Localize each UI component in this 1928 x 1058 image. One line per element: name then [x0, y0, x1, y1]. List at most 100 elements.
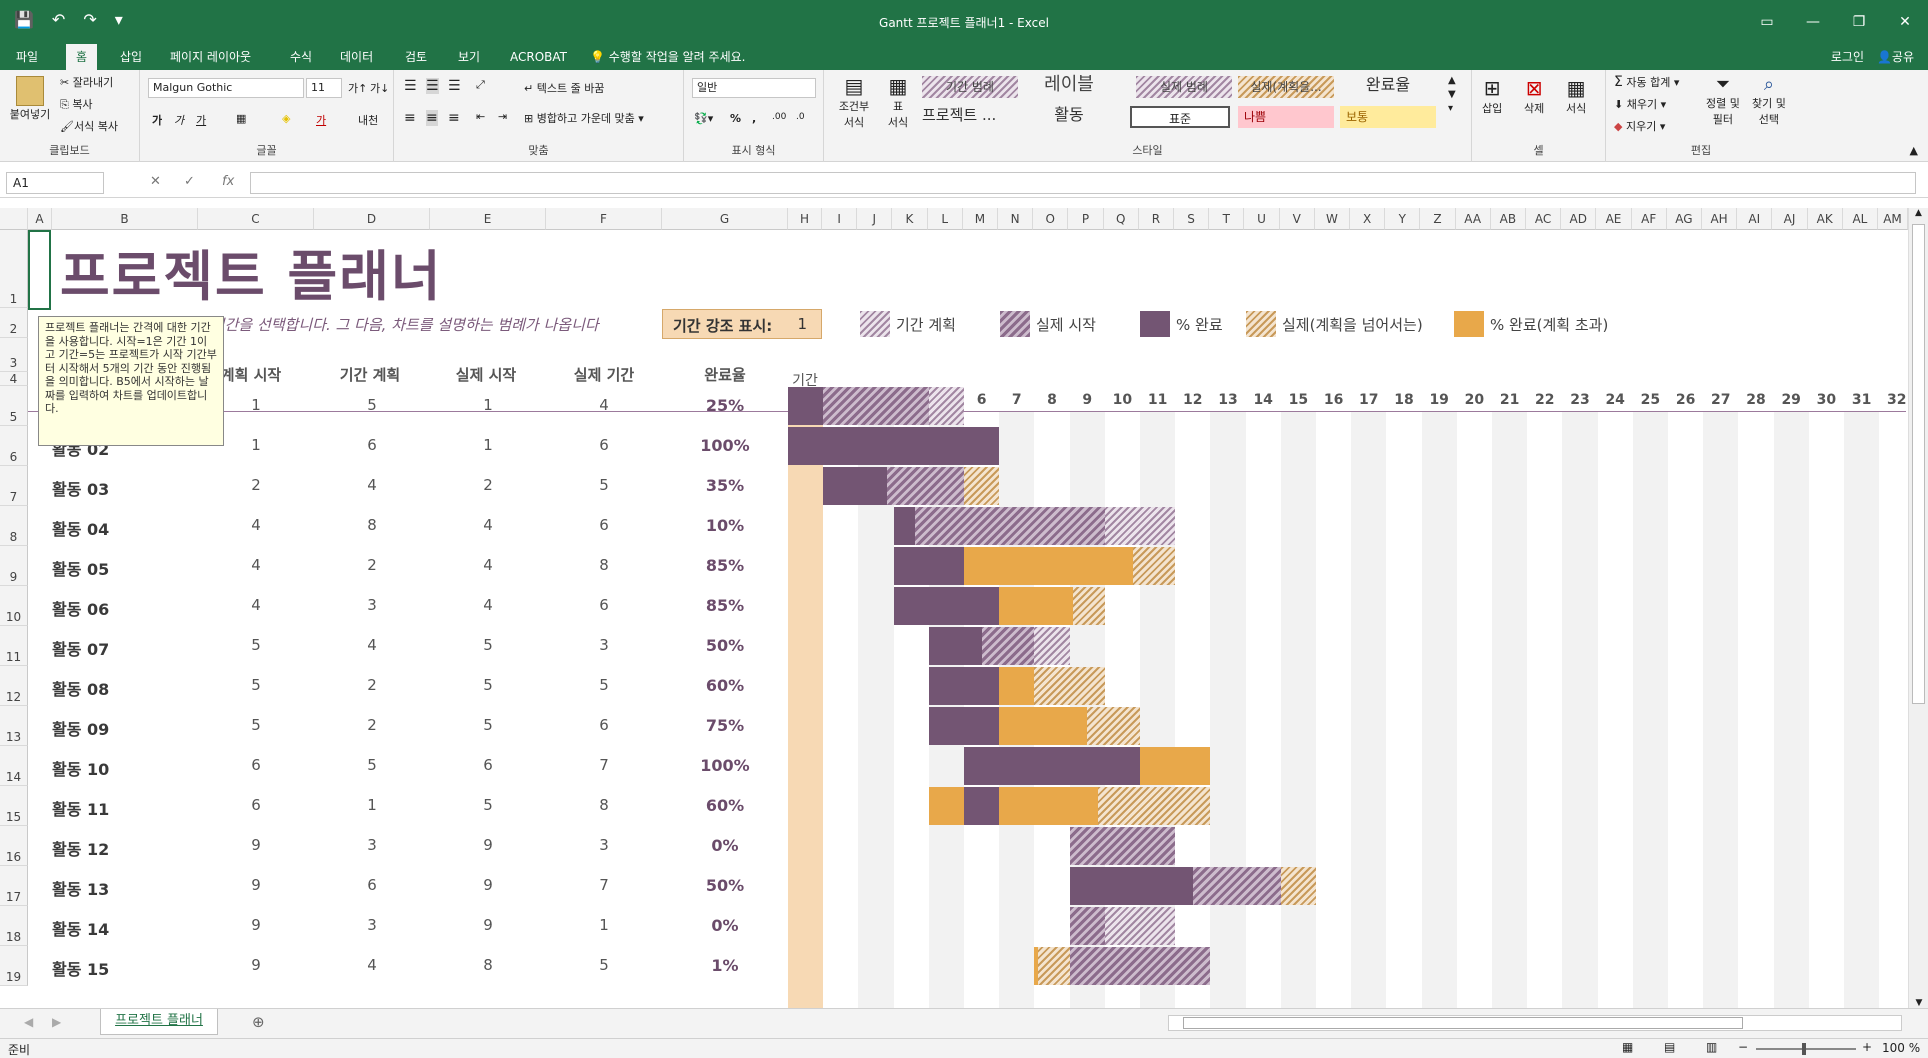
column-header-t[interactable]: T	[1209, 208, 1245, 230]
percent-complete-cell[interactable]: 100%	[662, 436, 788, 455]
actual-start-cell[interactable]: 4	[430, 556, 546, 574]
actual-start-cell[interactable]: 5	[430, 716, 546, 734]
plan-duration-cell[interactable]: 2	[314, 556, 430, 574]
next-sheet-icon[interactable]: ▶	[52, 1015, 61, 1029]
activity-name[interactable]: 활동 07	[52, 636, 109, 660]
insert-cells-button[interactable]: ⊞ 삽입	[1482, 76, 1502, 116]
column-header-z[interactable]: Z	[1420, 208, 1456, 230]
zoom-slider-thumb[interactable]	[1802, 1043, 1806, 1055]
actual-duration-cell[interactable]: 4	[546, 396, 662, 414]
cut-button[interactable]: ✂ 잘라내기	[60, 74, 113, 90]
percent-complete-cell[interactable]: 1%	[662, 956, 788, 975]
style-actual-legend[interactable]: 실제 범례	[1136, 76, 1232, 98]
normal-view-icon[interactable]: ▦	[1622, 1040, 1633, 1054]
plan-start-cell[interactable]: 4	[198, 516, 314, 534]
column-header-ai[interactable]: AI	[1737, 208, 1773, 230]
actual-duration-cell[interactable]: 7	[546, 876, 662, 894]
actual-duration-cell[interactable]: 6	[546, 436, 662, 454]
style-neutral[interactable]: 보통	[1340, 106, 1436, 128]
page-break-view-icon[interactable]: ▥	[1706, 1040, 1717, 1054]
column-header-a[interactable]: A	[28, 208, 52, 230]
percent-complete-cell[interactable]: 35%	[662, 476, 788, 495]
column-header-l[interactable]: L	[927, 208, 963, 230]
activity-name[interactable]: 활동 03	[52, 476, 109, 500]
font-size-select[interactable]: 11	[306, 78, 342, 98]
actual-start-cell[interactable]: 9	[430, 876, 546, 894]
bold-button[interactable]: 가	[152, 112, 162, 128]
column-header-ae[interactable]: AE	[1596, 208, 1632, 230]
row-header-13[interactable]: 13	[0, 706, 28, 746]
activity-name[interactable]: 활동 05	[52, 556, 109, 580]
signin-link[interactable]: 로그인	[1831, 44, 1864, 70]
plan-start-cell[interactable]: 4	[198, 556, 314, 574]
selected-cell-a1[interactable]	[28, 230, 51, 310]
collapse-ribbon-icon[interactable]: ▲	[1910, 144, 1918, 157]
plan-start-cell[interactable]: 9	[198, 876, 314, 894]
column-header-aj[interactable]: AJ	[1772, 208, 1808, 230]
font-color-button[interactable]: 가	[316, 112, 326, 128]
column-header-p[interactable]: P	[1068, 208, 1104, 230]
font-name-select[interactable]: Malgun Gothic	[148, 78, 304, 98]
row-header-6[interactable]: 6	[0, 426, 28, 466]
row-header-4[interactable]: 4	[0, 372, 28, 386]
align-right-icon[interactable]: ≡	[448, 110, 460, 126]
activity-name[interactable]: 활동 06	[52, 596, 109, 620]
column-header-r[interactable]: R	[1138, 208, 1174, 230]
plan-duration-cell[interactable]: 4	[314, 636, 430, 654]
zoom-level[interactable]: 100 %	[1882, 1041, 1920, 1055]
format-painter-button[interactable]: 🖌서식 복사	[60, 118, 118, 134]
actual-duration-cell[interactable]: 6	[546, 596, 662, 614]
plan-duration-cell[interactable]: 1	[314, 796, 430, 814]
merge-center-button[interactable]: ⊞ 병합하고 가운데 맞춤 ▾	[524, 110, 644, 126]
page-layout-view-icon[interactable]: ▤	[1664, 1040, 1675, 1054]
column-header-ad[interactable]: AD	[1561, 208, 1597, 230]
plan-start-cell[interactable]: 2	[198, 476, 314, 494]
fill-button[interactable]: ⬇ 채우기 ▾	[1614, 96, 1666, 112]
zoom-in-icon[interactable]: +	[1862, 1040, 1872, 1054]
zoom-slider[interactable]	[1756, 1043, 1856, 1055]
wrap-text-button[interactable]: ↵ 텍스트 줄 바꿈	[524, 80, 604, 96]
actual-start-cell[interactable]: 1	[430, 436, 546, 454]
tab-file[interactable]: 파일	[6, 44, 48, 70]
align-center-icon[interactable]: ≡	[426, 110, 438, 126]
row-header-15[interactable]: 15	[0, 786, 28, 826]
column-header-af[interactable]: AF	[1631, 208, 1667, 230]
ribbon-display-icon[interactable]: ▭	[1744, 0, 1790, 44]
format-as-table-button[interactable]: ▦ 표 서식	[880, 74, 916, 130]
actual-start-cell[interactable]: 4	[430, 596, 546, 614]
row-header-5[interactable]: 5	[0, 386, 28, 426]
vertical-scroll-thumb[interactable]	[1912, 224, 1925, 704]
actual-start-cell[interactable]: 5	[430, 796, 546, 814]
increase-decimal-button[interactable]: .00	[772, 112, 786, 122]
column-header-ac[interactable]: AC	[1526, 208, 1562, 230]
plan-duration-cell[interactable]: 4	[314, 476, 430, 494]
style-project[interactable]: 프로젝트 ...	[922, 104, 1018, 126]
period-highlight-box[interactable]: 기간 강조 표시: 1	[662, 309, 822, 339]
actual-duration-cell[interactable]: 3	[546, 636, 662, 654]
column-header-al[interactable]: AL	[1842, 208, 1878, 230]
column-header-ak[interactable]: AK	[1807, 208, 1843, 230]
row-header-17[interactable]: 17	[0, 866, 28, 906]
clear-button[interactable]: ◆ 지우기 ▾	[1614, 118, 1665, 134]
enter-icon[interactable]: ✓	[184, 174, 195, 189]
actual-start-cell[interactable]: 6	[430, 756, 546, 774]
plan-duration-cell[interactable]: 3	[314, 836, 430, 854]
plan-duration-cell[interactable]: 8	[314, 516, 430, 534]
tab-view[interactable]: 보기	[448, 44, 490, 70]
cancel-icon[interactable]: ✕	[150, 174, 161, 189]
decrease-indent-icon[interactable]: ⇤	[476, 110, 485, 123]
row-header-1[interactable]: 1	[0, 230, 28, 308]
plan-start-cell[interactable]: 5	[198, 676, 314, 694]
tab-formulas[interactable]: 수식	[280, 44, 322, 70]
decrease-font-button[interactable]: 가↓	[370, 80, 389, 96]
column-header-s[interactable]: S	[1174, 208, 1210, 230]
activity-name[interactable]: 활동 14	[52, 916, 109, 940]
column-header-aa[interactable]: AA	[1455, 208, 1491, 230]
style-percent-complete[interactable]: 완료율	[1340, 74, 1436, 96]
style-normal[interactable]: 표준	[1130, 106, 1230, 128]
percent-complete-cell[interactable]: 85%	[662, 556, 788, 575]
prev-sheet-icon[interactable]: ◀	[24, 1015, 33, 1029]
style-actual-over[interactable]: 실제(계획을...	[1238, 76, 1334, 98]
plan-duration-cell[interactable]: 3	[314, 596, 430, 614]
autosum-button[interactable]: Σ 자동 합계 ▾	[1614, 74, 1679, 90]
